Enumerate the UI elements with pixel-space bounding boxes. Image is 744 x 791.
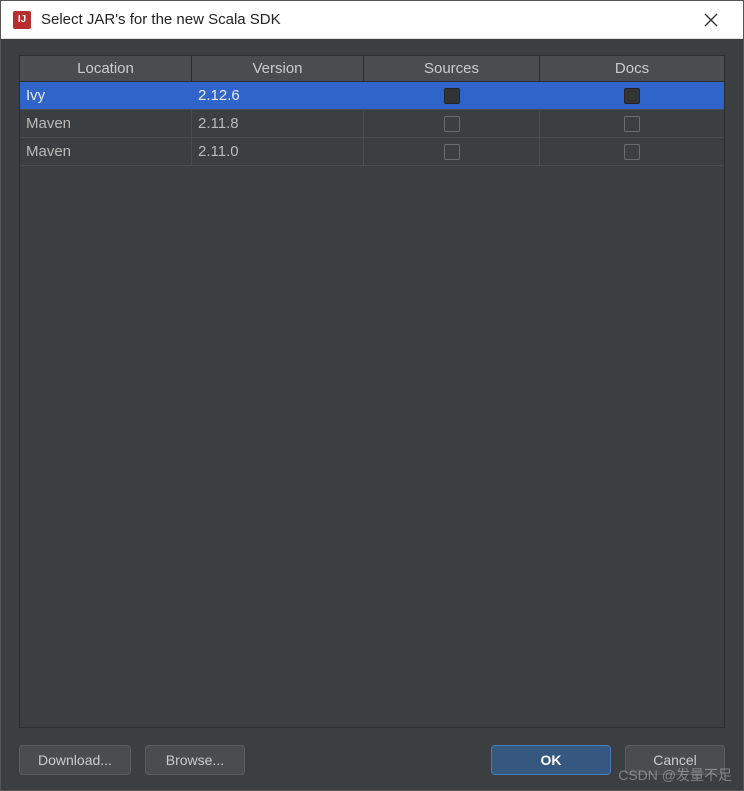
- cell-location: Ivy: [20, 82, 192, 109]
- table-row[interactable]: Maven 2.11.8: [20, 110, 724, 138]
- dialog-body: Location Version Sources Docs Ivy 2.12.6…: [1, 39, 743, 790]
- cell-docs: [540, 82, 724, 109]
- cell-version: 2.11.8: [192, 110, 364, 137]
- cell-sources: [364, 82, 540, 109]
- checkbox-sources[interactable]: [444, 116, 460, 132]
- cell-location: Maven: [20, 110, 192, 137]
- column-header-docs[interactable]: Docs: [540, 56, 724, 82]
- download-button[interactable]: Download...: [19, 745, 131, 775]
- titlebar: IJ Select JAR's for the new Scala SDK: [1, 1, 743, 39]
- cell-location: Maven: [20, 138, 192, 165]
- cell-version: 2.11.0: [192, 138, 364, 165]
- column-header-sources[interactable]: Sources: [364, 56, 540, 82]
- sdk-table: Location Version Sources Docs Ivy 2.12.6…: [19, 55, 725, 728]
- table-row[interactable]: Maven 2.11.0: [20, 138, 724, 166]
- table-row[interactable]: Ivy 2.12.6: [20, 82, 724, 110]
- cell-sources: [364, 138, 540, 165]
- table-header-row: Location Version Sources Docs: [20, 56, 724, 82]
- dialog-title: Select JAR's for the new Scala SDK: [41, 11, 691, 28]
- checkbox-sources[interactable]: [444, 88, 460, 104]
- checkbox-sources[interactable]: [444, 144, 460, 160]
- dialog-window: IJ Select JAR's for the new Scala SDK Lo…: [0, 0, 744, 791]
- table-body: Ivy 2.12.6 Maven 2.11.8 Maven 2.11.0: [20, 82, 724, 727]
- checkbox-docs[interactable]: [624, 116, 640, 132]
- column-header-version[interactable]: Version: [192, 56, 364, 82]
- checkbox-docs[interactable]: [624, 88, 640, 104]
- button-bar: Download... Browse... OK Cancel: [19, 728, 725, 776]
- cell-docs: [540, 110, 724, 137]
- ok-button[interactable]: OK: [491, 745, 611, 775]
- cell-version: 2.12.6: [192, 82, 364, 109]
- column-header-location[interactable]: Location: [20, 56, 192, 82]
- cell-docs: [540, 138, 724, 165]
- close-icon: [704, 13, 718, 27]
- cell-sources: [364, 110, 540, 137]
- app-icon: IJ: [13, 11, 31, 29]
- checkbox-docs[interactable]: [624, 144, 640, 160]
- cancel-button[interactable]: Cancel: [625, 745, 725, 775]
- browse-button[interactable]: Browse...: [145, 745, 245, 775]
- close-button[interactable]: [691, 5, 731, 35]
